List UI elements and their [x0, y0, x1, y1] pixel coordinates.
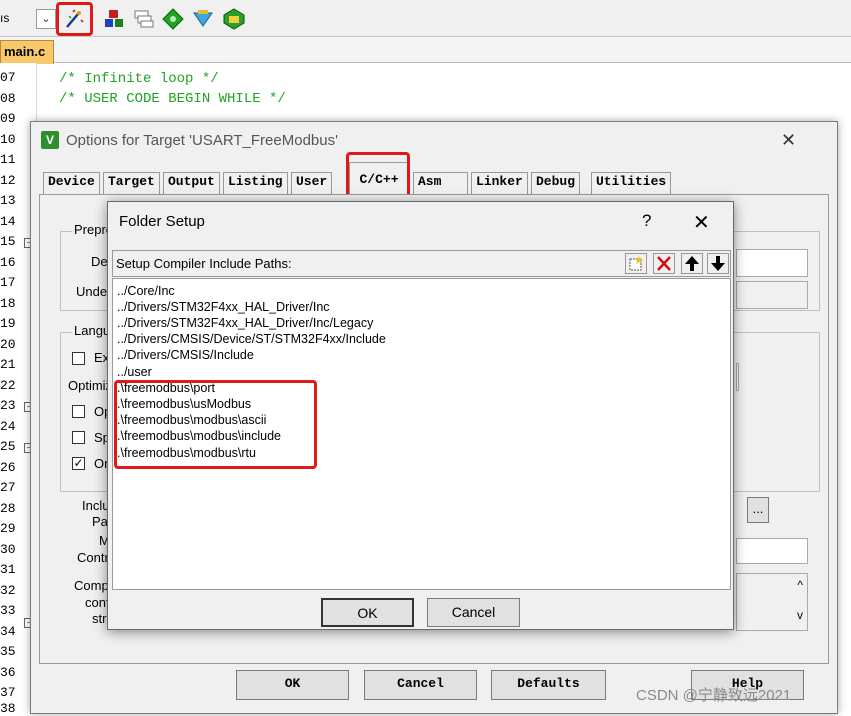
tab-linker[interactable]: Linker	[471, 172, 528, 194]
scroll-down-icon[interactable]: v	[797, 608, 803, 622]
folder-setup-dialog: Folder Setup ? ✕ Setup Compiler Include …	[107, 201, 734, 630]
list-item[interactable]: ../user	[117, 365, 152, 379]
help-icon[interactable]: ?	[642, 211, 651, 231]
ok-button[interactable]: OK	[236, 670, 349, 700]
toolbar: ıs ⌄	[0, 0, 851, 37]
compiler-control-string-label-2: cont	[85, 595, 110, 610]
new-folder-icon[interactable]	[625, 253, 647, 274]
misc-controls-field[interactable]	[736, 538, 808, 564]
line-number: 27	[0, 480, 16, 495]
line-number: 32	[0, 583, 16, 598]
dropdown-edge[interactable]	[736, 363, 739, 391]
line-number: 12	[0, 173, 16, 188]
line-number: 33	[0, 603, 16, 618]
line-number: 28	[0, 501, 16, 516]
one-elf-section-checkbox[interactable]: ✓	[72, 457, 85, 470]
move-down-icon[interactable]	[707, 253, 729, 274]
line-number: 21	[0, 357, 16, 372]
list-item[interactable]: ../Core/Inc	[117, 284, 175, 298]
magic-wand-icon[interactable]	[63, 8, 85, 30]
line-number: 13	[0, 193, 16, 208]
misc-controls-label-2: Contr	[77, 550, 109, 565]
options-for-target-icon[interactable]	[103, 8, 125, 30]
line-number: 11	[0, 152, 16, 167]
line-number: 08	[0, 91, 16, 106]
line-number: 36	[0, 665, 16, 680]
compiler-control-string-label: Comp	[74, 578, 109, 593]
line-number: 26	[0, 460, 16, 475]
line-number: 23	[0, 398, 16, 413]
line-number: 10	[0, 132, 16, 147]
line-number: 30	[0, 542, 16, 557]
dialog-title: Folder Setup	[119, 213, 205, 230]
include-paths-list[interactable]: ../Core/Inc ../Drivers/STM32F4xx_HAL_Dri…	[112, 278, 731, 590]
close-icon[interactable]: ✕	[781, 130, 796, 151]
line-number: 20	[0, 337, 16, 352]
dialog-title: Options for Target 'USART_FreeModbus'	[66, 132, 338, 149]
line-number: 25	[0, 439, 16, 454]
toolbar-target-text: ıs	[0, 11, 10, 25]
define-field[interactable]	[736, 249, 808, 277]
tools-icon[interactable]	[192, 8, 214, 30]
delete-icon[interactable]	[653, 253, 675, 274]
tab-asm[interactable]: Asm	[413, 172, 468, 194]
line-number: 07	[0, 70, 16, 85]
undefine-field[interactable]	[736, 281, 808, 309]
tab-utilities[interactable]: Utilities	[591, 172, 672, 194]
defaults-button[interactable]: Defaults	[491, 670, 606, 700]
tab-device[interactable]: Device	[43, 172, 100, 194]
optimize-checkbox[interactable]	[72, 405, 85, 418]
split-sections-checkbox[interactable]	[72, 431, 85, 444]
include-paths-label: Setup Compiler Include Paths:	[116, 256, 292, 271]
code-line[interactable]: /* Infinite loop */	[59, 71, 219, 87]
line-number: 17	[0, 275, 16, 290]
list-item[interactable]: ../Drivers/STM32F4xx_HAL_Driver/Inc	[117, 300, 330, 314]
green-diamond-icon[interactable]	[162, 8, 184, 30]
line-number: 35	[0, 644, 16, 659]
optimization-label: Optimiz	[68, 378, 113, 393]
line-number: 37	[0, 685, 16, 700]
line-number: 19	[0, 316, 16, 331]
compiler-control-string-field[interactable]: ^ v	[736, 573, 808, 631]
tab-listing[interactable]: Listing	[223, 172, 288, 194]
line-number: 31	[0, 562, 16, 577]
scroll-up-icon[interactable]: ^	[797, 578, 803, 592]
line-number: 09	[0, 111, 16, 126]
move-up-icon[interactable]	[681, 253, 703, 274]
uvision-logo-icon: V	[41, 131, 59, 149]
pack-installer-icon[interactable]	[223, 8, 245, 30]
file-tab-main-c[interactable]: main.c	[0, 40, 54, 64]
stacked-windows-icon[interactable]	[133, 8, 155, 30]
ok-button[interactable]: OK	[321, 598, 414, 627]
cancel-button[interactable]: Cancel	[427, 598, 520, 627]
annotation-highlight-box	[114, 380, 317, 469]
tab-target[interactable]: Target	[103, 172, 160, 194]
line-number: 14	[0, 214, 16, 229]
list-item[interactable]: ../Drivers/CMSIS/Include	[117, 348, 254, 362]
tab-debug[interactable]: Debug	[531, 172, 581, 194]
line-number: 18	[0, 296, 16, 311]
execute-only-checkbox[interactable]	[72, 352, 85, 365]
list-item[interactable]: ../Drivers/STM32F4xx_HAL_Driver/Inc/Lega…	[117, 316, 373, 330]
line-number: 29	[0, 521, 16, 536]
tab-user[interactable]: User	[291, 172, 333, 194]
tab-output[interactable]: Output	[163, 172, 220, 194]
line-number: 15	[0, 234, 16, 249]
line-number: 22	[0, 378, 16, 393]
target-dropdown-arrow[interactable]: ⌄	[36, 9, 56, 29]
line-number: 16	[0, 255, 16, 270]
list-item[interactable]: ../Drivers/CMSIS/Device/ST/STM32F4xx/Inc…	[117, 332, 386, 346]
line-number: 34	[0, 624, 16, 639]
include-paths-browse-button[interactable]: ...	[747, 497, 769, 523]
file-tab-bar	[0, 37, 851, 63]
undefine-label: Unde	[76, 284, 108, 299]
watermark: CSDN @宁静致远2021	[636, 687, 792, 704]
include-paths-header: Setup Compiler Include Paths:	[112, 250, 731, 277]
include-paths-label: Inclu	[82, 498, 110, 513]
close-icon[interactable]: ✕	[693, 210, 710, 235]
code-line[interactable]: /* USER CODE BEGIN WHILE */	[59, 91, 286, 107]
cancel-button[interactable]: Cancel	[364, 670, 477, 700]
line-number: 24	[0, 419, 16, 434]
